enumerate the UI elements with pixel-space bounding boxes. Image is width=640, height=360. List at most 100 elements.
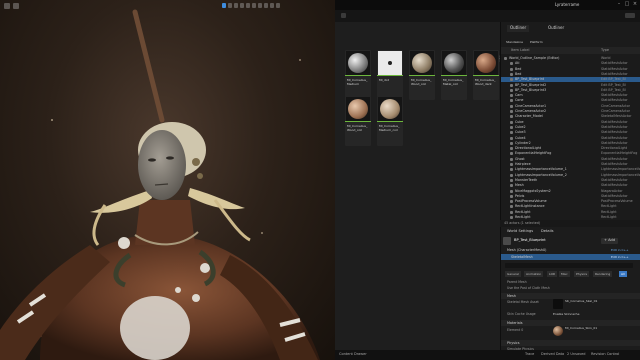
actor-type-icon — [510, 88, 513, 92]
filter-tab-general[interactable]: General — [505, 271, 521, 277]
skin-cache-value[interactable]: Enable Skincache — [553, 313, 579, 316]
grid-snap-icon[interactable] — [258, 3, 262, 8]
component-hint[interactable]: Edit in C++ — [611, 255, 629, 259]
tab-details[interactable]: Details — [541, 229, 553, 234]
asset-tile[interactable]: MI_Cornelius_Medium — [345, 50, 371, 100]
tab-world-settings[interactable]: World Settings — [507, 229, 533, 234]
outliner-row[interactable]: Bed StaticMeshActor — [501, 72, 640, 77]
outliner-row[interactable]: RectLightInstance RectLight — [501, 204, 640, 209]
camera-speed-icon[interactable] — [270, 3, 274, 8]
content-drawer-button[interactable]: Content Drawer — [339, 352, 367, 357]
outliner-row-name: CineCameraActor2 — [515, 109, 547, 113]
mesh-asset-value[interactable]: SK_Cornelius_Skel_01 — [565, 300, 597, 303]
filter-tab-physics[interactable]: Physics — [574, 271, 590, 277]
outliner-row[interactable]: BP_Test_Blueprint Edit BP_Test_Bl — [501, 77, 640, 83]
actor-name[interactable]: BP_Test_Blueprint — [514, 238, 546, 243]
tab-standalone[interactable]: Standalone — [503, 40, 526, 47]
outliner-row-name: RectLightInstance — [515, 204, 545, 209]
viewport-transform-tools — [222, 3, 280, 8]
tab-platform[interactable]: Platform — [527, 40, 546, 47]
outliner-row[interactable]: Cube3 StaticMeshActor — [501, 130, 640, 135]
asset-tile[interactable]: MI_Cornelius_Metal_coil — [441, 50, 467, 100]
level-viewport[interactable] — [0, 0, 335, 360]
section-physics[interactable]: Physics — [501, 340, 640, 346]
outliner-row[interactable]: LightmassImportanceVolume_2 LightmassImpo… — [501, 173, 640, 178]
menu-icon[interactable] — [341, 13, 346, 18]
outliner-row[interactable]: LightmassImportanceVolume_1 LightmassImpo… — [501, 167, 640, 172]
component-name: SkeletalMesh — [511, 254, 533, 259]
outliner-row[interactable]: PostProcessVolume PostProcessVolume — [501, 199, 640, 204]
scale-tool-icon[interactable] — [240, 3, 244, 8]
column-item-label[interactable]: Item Label — [511, 48, 530, 53]
filter-tab-animation[interactable]: Animation — [524, 271, 544, 277]
filter-tab-misc[interactable]: Misc — [559, 271, 570, 277]
asset-tile[interactable]: MI_Cornelius_Wood_coil — [409, 50, 435, 100]
material-value[interactable]: MI_Cornelius_Skin_01 — [565, 327, 597, 330]
outliner-row-name: Hairpiece — [515, 162, 531, 166]
outliner-row-name: Cone — [515, 98, 524, 103]
actor-type-icon — [510, 67, 513, 71]
outliner-row[interactable]: Cylinder2 StaticMeshActor — [501, 141, 640, 146]
minimize-icon[interactable]: – — [616, 2, 622, 8]
outliner-row[interactable]: MonsterTeeth StaticMeshActor — [501, 178, 640, 183]
world-space-icon[interactable] — [246, 3, 250, 8]
snap-icon[interactable] — [252, 3, 256, 8]
outliner-row[interactable]: Hairpiece StaticMeshActor — [501, 162, 640, 167]
angle-snap-icon[interactable] — [264, 3, 268, 8]
filter-tab-rendering[interactable]: Rendering — [593, 271, 613, 277]
outliner-row[interactable]: World_Outline_Sample (Editor) World — [501, 56, 640, 61]
outliner-row-name: Ghost — [515, 156, 525, 161]
derived-data-button[interactable]: Derived Data — [541, 352, 564, 357]
outliner-row[interactable]: Cam StaticMeshActor — [501, 93, 640, 98]
maximize-icon[interactable]: □ — [624, 2, 630, 8]
actor-type-icon — [510, 173, 513, 177]
details-search-input[interactable] — [505, 263, 633, 268]
asset-tile[interactable]: MI_Cornelius_Wood_coil — [345, 96, 371, 146]
component-row[interactable]: Mesh (CharacterMesh0) — [507, 248, 546, 252]
close-icon[interactable]: × — [632, 2, 638, 8]
move-tool-icon[interactable] — [228, 3, 232, 8]
outliner-row[interactable]: Cube4 StaticMeshActor — [501, 136, 640, 141]
filter-tab-lod[interactable]: LOD — [547, 271, 558, 277]
selected-component-row[interactable]: SkeletalMesh Edit in C++ — [501, 254, 640, 260]
outliner-row-name: PostProcessVolume — [515, 199, 547, 204]
asset-tile[interactable]: MI_Cornelius_Wood_dark — [473, 50, 499, 100]
outliner-row[interactable]: Ghost StaticMeshActor — [501, 157, 640, 162]
outliner-row[interactable]: BP_Test_Blueprint2 Edit BP_Test_Bl — [501, 83, 640, 88]
asset-tile[interactable]: MI_dot — [377, 50, 403, 100]
outliner-row[interactable]: Pelvis StaticMeshActor — [501, 194, 640, 199]
maximize-viewport-icon[interactable] — [276, 3, 280, 8]
unsaved-button[interactable]: 2 Unsaved — [567, 352, 586, 357]
perspective-icon[interactable] — [13, 3, 19, 9]
outliner-row[interactable]: ExponentialHeightFog ExponentialHeightFog — [501, 151, 640, 156]
column-type[interactable]: Type — [601, 48, 609, 53]
outliner-row[interactable]: Character_Model SkeletalMeshActor — [501, 114, 640, 119]
asset-label: MI_dot — [379, 78, 389, 82]
outliner-row[interactable]: Bed StaticMeshActor — [501, 67, 640, 72]
viewport-menu-icon[interactable] — [4, 3, 10, 9]
outliner-row[interactable]: DirectionalLight DirectionalLight — [501, 146, 640, 151]
tab-outliner[interactable]: Outliner — [507, 25, 530, 32]
outliner-row[interactable]: Cone StaticMeshActor — [501, 98, 640, 103]
add-component-button[interactable]: + Add — [601, 238, 619, 244]
tab-outliner-2[interactable]: Outliner — [545, 25, 567, 32]
outliner-row[interactable]: Mesh StaticMeshActor — [501, 183, 640, 188]
outliner-row[interactable]: Cube2 StaticMeshActor — [501, 125, 640, 130]
rotate-tool-icon[interactable] — [234, 3, 238, 8]
select-tool-icon[interactable] — [222, 3, 226, 8]
asset-tile[interactable]: MI_Cornelius_Medium_coil — [377, 96, 403, 146]
outliner-row[interactable]: CineCameraActor1 CineCameraActor — [501, 104, 640, 109]
revision-control-button[interactable]: Revision Control — [591, 352, 619, 357]
outliner-row[interactable]: Cube StaticMeshActor — [501, 120, 640, 125]
outliner-row[interactable]: NiceMaggotsSystem2 NiagaraActor — [501, 189, 640, 194]
outliner-row[interactable]: RectLight RectLight — [501, 210, 640, 215]
outliner-row[interactable]: CineCameraActor2 CineCameraActor — [501, 109, 640, 114]
filter-tab-all[interactable]: All — [619, 271, 627, 277]
trace-button[interactable]: Trace — [525, 352, 534, 357]
material-thumbnail[interactable] — [553, 326, 563, 336]
outliner-row[interactable]: BP_Test_Blueprint3 Edit BP_Test_Bl — [501, 88, 640, 93]
mesh-thumbnail[interactable] — [553, 299, 563, 309]
outliner-row[interactable]: Atl StaticMeshActor — [501, 61, 640, 66]
component-hint[interactable]: Edit in C++ — [611, 249, 629, 252]
settings-dropdown-icon[interactable] — [625, 13, 635, 18]
